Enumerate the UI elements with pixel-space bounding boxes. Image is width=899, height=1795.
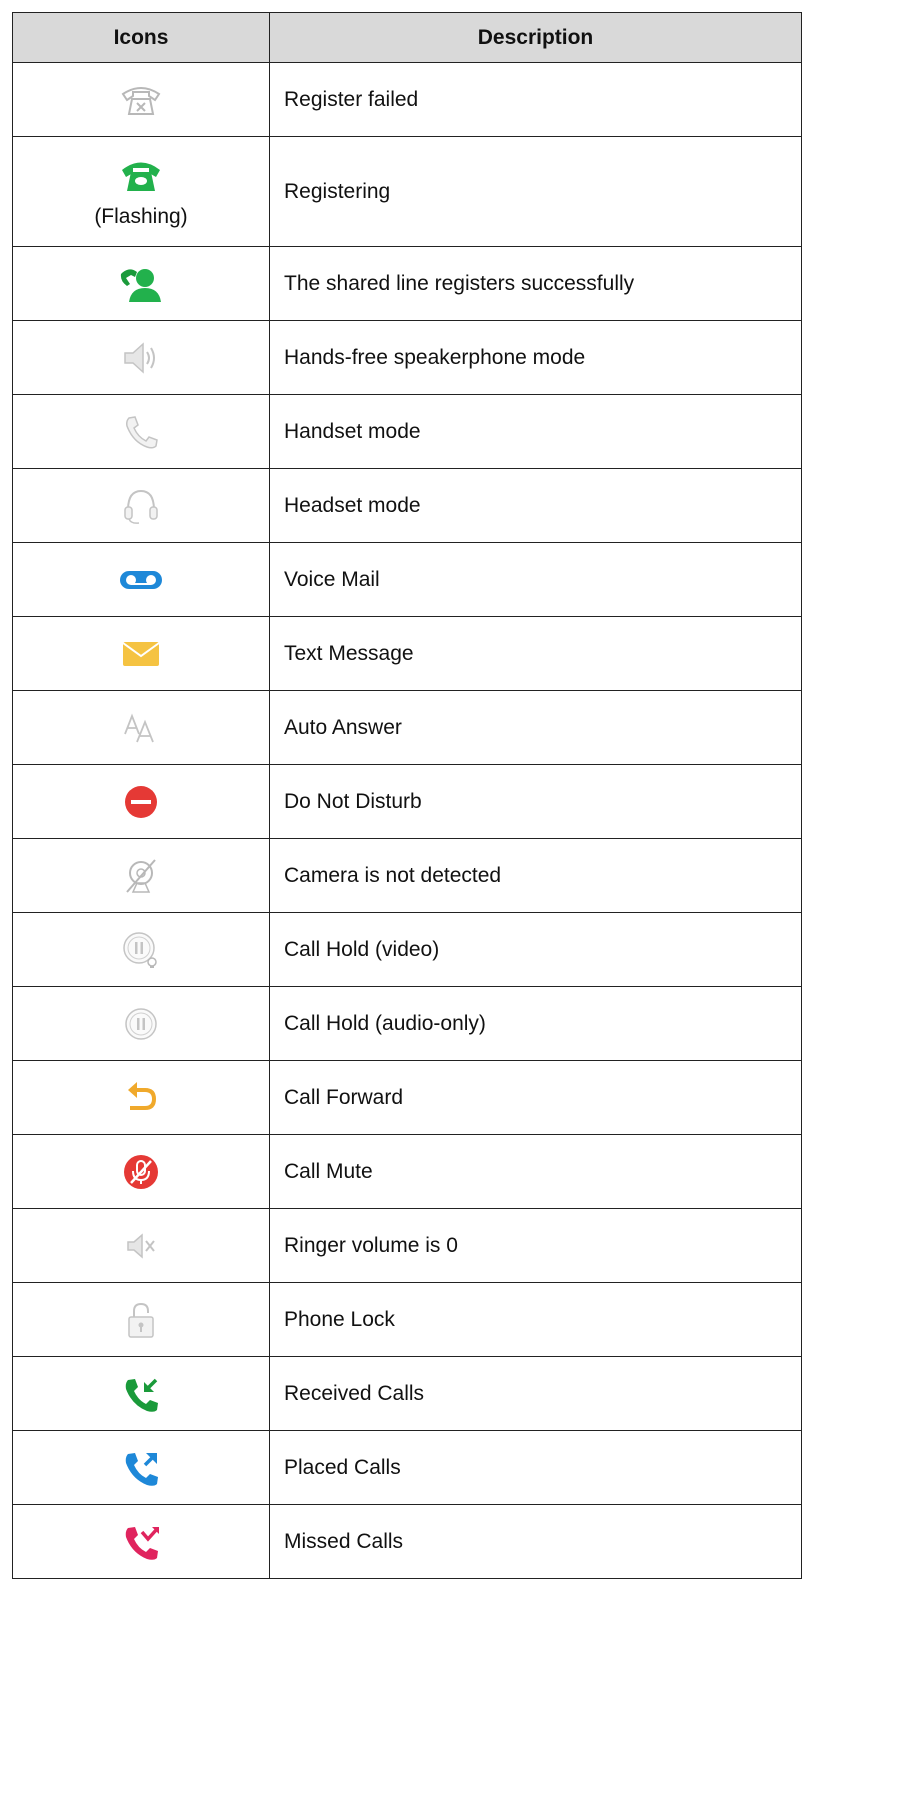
description-cell: Call Hold (video) bbox=[269, 912, 802, 987]
description-cell: Handset mode bbox=[269, 394, 802, 469]
table-row: Call Hold (audio-only) bbox=[12, 986, 802, 1061]
description-cell: Auto Answer bbox=[269, 690, 802, 765]
icon-cell bbox=[12, 764, 270, 839]
call-hold-audio-icon bbox=[117, 1004, 165, 1044]
speakerphone-icon bbox=[117, 338, 165, 378]
voice-mail-icon bbox=[117, 560, 165, 600]
description-cell: Missed Calls bbox=[269, 1504, 802, 1579]
table-row: Auto Answer bbox=[12, 690, 802, 765]
call-forward-icon bbox=[117, 1078, 165, 1118]
description-cell: Phone Lock bbox=[269, 1282, 802, 1357]
table-row: Phone Lock bbox=[12, 1282, 802, 1357]
icon-cell bbox=[12, 616, 270, 691]
table-row: Register failed bbox=[12, 62, 802, 137]
table-row: (Flashing) Registering bbox=[12, 136, 802, 247]
icon-cell bbox=[12, 468, 270, 543]
description-cell: Placed Calls bbox=[269, 1430, 802, 1505]
icon-cell bbox=[12, 542, 270, 617]
call-mute-icon bbox=[117, 1152, 165, 1192]
icon-cell bbox=[12, 1060, 270, 1135]
description-cell: Camera is not detected bbox=[269, 838, 802, 913]
icon-cell bbox=[12, 1134, 270, 1209]
table-row: The shared line registers successfully bbox=[12, 246, 802, 321]
header-icons: Icons bbox=[12, 12, 270, 63]
icon-cell bbox=[12, 246, 270, 321]
description-cell: Do Not Disturb bbox=[269, 764, 802, 839]
table-row: Voice Mail bbox=[12, 542, 802, 617]
table-row: Headset mode bbox=[12, 468, 802, 543]
table-row: Handset mode bbox=[12, 394, 802, 469]
ringer-volume-zero-icon bbox=[117, 1226, 165, 1266]
icon-cell: (Flashing) bbox=[12, 136, 270, 247]
table-row: Placed Calls bbox=[12, 1430, 802, 1505]
description-cell: Headset mode bbox=[269, 468, 802, 543]
header-description: Description bbox=[269, 12, 802, 63]
icon-cell bbox=[12, 690, 270, 765]
received-calls-icon bbox=[117, 1374, 165, 1414]
icon-cell bbox=[12, 62, 270, 137]
call-hold-video-icon bbox=[117, 930, 165, 970]
headset-icon bbox=[117, 486, 165, 526]
description-cell: Call Mute bbox=[269, 1134, 802, 1209]
description-cell: Received Calls bbox=[269, 1356, 802, 1431]
table-row: Call Hold (video) bbox=[12, 912, 802, 987]
description-cell: Registering bbox=[269, 136, 802, 247]
table-row: Ringer volume is 0 bbox=[12, 1208, 802, 1283]
table-header-row: Icons Description bbox=[12, 12, 802, 63]
icon-cell bbox=[12, 394, 270, 469]
icon-cell bbox=[12, 838, 270, 913]
table-row: Hands-free speakerphone mode bbox=[12, 320, 802, 395]
description-cell: Hands-free speakerphone mode bbox=[269, 320, 802, 395]
icon-cell bbox=[12, 1356, 270, 1431]
register-failed-icon bbox=[117, 80, 165, 120]
table-row: Received Calls bbox=[12, 1356, 802, 1431]
placed-calls-icon bbox=[117, 1448, 165, 1488]
icon-cell bbox=[12, 320, 270, 395]
auto-answer-icon bbox=[117, 708, 165, 748]
icon-cell bbox=[12, 912, 270, 987]
table-row: Missed Calls bbox=[12, 1504, 802, 1579]
icons-table: Icons Description Register failed (Flash… bbox=[12, 12, 802, 1579]
phone-lock-icon bbox=[117, 1300, 165, 1340]
description-cell: The shared line registers successfully bbox=[269, 246, 802, 321]
text-message-icon bbox=[117, 634, 165, 674]
shared-line-icon bbox=[117, 264, 165, 304]
description-cell: Voice Mail bbox=[269, 542, 802, 617]
flashing-note: (Flashing) bbox=[94, 204, 188, 228]
icon-cell bbox=[12, 1430, 270, 1505]
description-cell: Call Hold (audio-only) bbox=[269, 986, 802, 1061]
icon-cell bbox=[12, 1282, 270, 1357]
camera-not-detected-icon bbox=[117, 856, 165, 896]
missed-calls-icon bbox=[117, 1522, 165, 1562]
icon-cell bbox=[12, 1208, 270, 1283]
table-row: Camera is not detected bbox=[12, 838, 802, 913]
table-row: Do Not Disturb bbox=[12, 764, 802, 839]
table-row: Call Forward bbox=[12, 1060, 802, 1135]
icon-cell bbox=[12, 1504, 270, 1579]
do-not-disturb-icon bbox=[117, 782, 165, 822]
description-cell: Call Forward bbox=[269, 1060, 802, 1135]
description-cell: Register failed bbox=[269, 62, 802, 137]
icon-cell bbox=[12, 986, 270, 1061]
handset-icon bbox=[117, 412, 165, 452]
description-cell: Text Message bbox=[269, 616, 802, 691]
page: Icons Description Register failed (Flash… bbox=[0, 0, 899, 1795]
registering-icon bbox=[117, 155, 165, 195]
table-row: Call Mute bbox=[12, 1134, 802, 1209]
table-row: Text Message bbox=[12, 616, 802, 691]
description-cell: Ringer volume is 0 bbox=[269, 1208, 802, 1283]
